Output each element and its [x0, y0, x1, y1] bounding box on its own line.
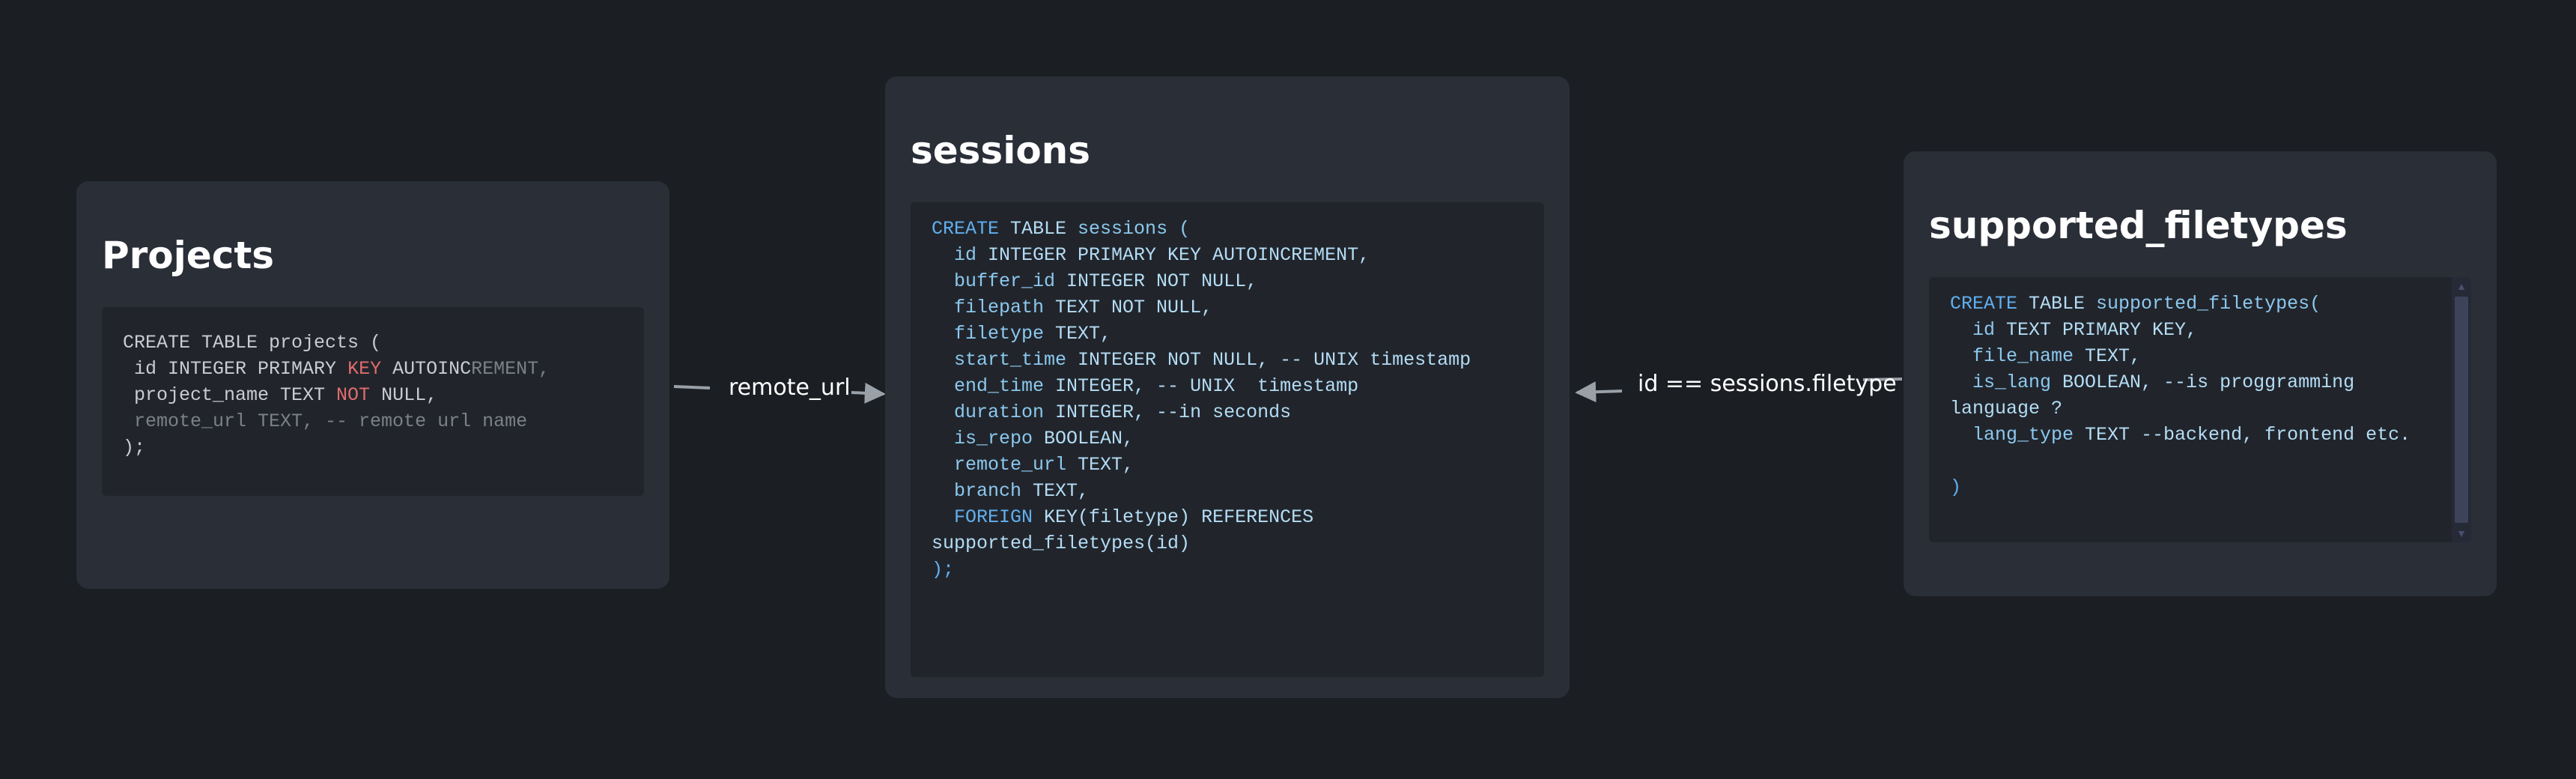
code-block-projects[interactable]: CREATE TABLE projects ( id INTEGER PRIMA…: [102, 307, 644, 496]
code-line: id INTEGER PRIMARY KEY AUTOINCREMENT,: [123, 356, 623, 382]
code-token: NOT: [336, 384, 371, 406]
code-line: start_time INTEGER NOT NULL, -- UNIX tim…: [932, 347, 1523, 373]
code-line: remote_url TEXT, -- remote url name: [123, 408, 623, 434]
code-token: );: [123, 437, 146, 458]
node-title-supported-filetypes: supported_filetypes: [1929, 204, 2348, 247]
code-token: branch: [932, 480, 1022, 502]
code-token: TEXT --backend, frontend etc.: [2074, 424, 2411, 446]
code-line: file_name TEXT,: [1950, 343, 2441, 369]
code-token: remote_url: [932, 454, 1067, 476]
code-token: AUTOINC: [381, 358, 472, 380]
code-line: CREATE TABLE sessions (: [932, 216, 1523, 242]
code-line: CREATE TABLE projects (: [123, 330, 623, 356]
code-token: NULL,: [370, 384, 438, 406]
code-token: REMENT,: [471, 358, 550, 380]
code-token: CREATE: [932, 218, 1000, 240]
code-line: filetype TEXT,: [932, 321, 1523, 347]
code-token: CREATE: [1950, 293, 2018, 315]
code-token: INTEGER PRIMARY KEY AUTOINCREMENT,: [976, 244, 1370, 266]
code-token: BOOLEAN, --is proggramming: [2051, 372, 2355, 393]
code-line: is_lang BOOLEAN, --is proggramming: [1950, 369, 2441, 395]
code-token: buffer_id: [932, 270, 1056, 292]
code-token: lang_type: [1950, 424, 2074, 446]
code-token: supported_filetypes(id): [932, 533, 1191, 554]
code-lines: CREATE TABLE supported_filetypes( id TEX…: [1950, 291, 2441, 500]
code-token: INTEGER, -- UNIX timestamp: [1044, 375, 1359, 397]
code-token: FOREIGN: [932, 506, 1033, 528]
code-token: start_time: [932, 349, 1067, 371]
code-token: );: [932, 559, 955, 581]
code-token: id: [1950, 319, 1996, 341]
node-supported-filetypes[interactable]: supported_filetypes CREATE TABLE support…: [1904, 151, 2497, 596]
code-token: TEXT,: [1044, 323, 1112, 345]
code-token: filepath: [932, 297, 1045, 318]
code-token: TEXT,: [1066, 454, 1134, 476]
code-line: language ?: [1950, 395, 2441, 422]
code-line: FOREIGN KEY(filetype) REFERENCES: [932, 504, 1523, 530]
edge-label-remote-url[interactable]: remote_url: [729, 375, 851, 401]
code-token: supported_filetypes(: [2096, 293, 2321, 315]
scroll-up-arrow-icon[interactable]: ▲: [2452, 279, 2471, 294]
node-title-sessions: sessions: [911, 129, 1091, 172]
code-token: is_repo: [932, 428, 1033, 449]
code-token: end_time: [932, 375, 1045, 397]
code-line: CREATE TABLE supported_filetypes(: [1950, 291, 2441, 317]
code-token: duration: [932, 401, 1045, 423]
code-block-sessions[interactable]: CREATE TABLE sessions ( id INTEGER PRIMA…: [911, 202, 1544, 677]
code-token: language ?: [1950, 398, 2063, 419]
code-line: supported_filetypes(id): [932, 530, 1523, 557]
node-sessions[interactable]: sessions CREATE TABLE sessions ( id INTE…: [885, 76, 1570, 698]
code-scrollbar[interactable]: ▲ ▼: [2452, 277, 2471, 542]
code-line: id INTEGER PRIMARY KEY AUTOINCREMENT,: [932, 242, 1523, 268]
code-line: duration INTEGER, --in seconds: [932, 399, 1523, 425]
code-token: TABLE: [2017, 293, 2097, 315]
code-line: buffer_id INTEGER NOT NULL,: [932, 268, 1523, 294]
code-lines: CREATE TABLE projects ( id INTEGER PRIMA…: [123, 330, 623, 461]
code-token: TEXT PRIMARY KEY,: [1995, 319, 2198, 341]
code-line: project_name TEXT NOT NULL,: [123, 382, 623, 408]
edge-label-filetype-join[interactable]: id == sessions.filetype: [1638, 371, 1897, 397]
code-line: branch TEXT,: [932, 478, 1523, 504]
code-line: remote_url TEXT,: [932, 452, 1523, 478]
code-line: id TEXT PRIMARY KEY,: [1950, 317, 2441, 343]
code-token: INTEGER NOT NULL, -- UNIX timestamp: [1066, 349, 1471, 371]
code-token: ): [1950, 476, 1962, 498]
code-token: project_name TEXT: [123, 384, 337, 406]
code-token: id: [932, 244, 977, 266]
code-token: CREATE TABLE projects (: [123, 332, 382, 354]
code-token: KEY(filetype) REFERENCES: [1033, 506, 1314, 528]
code-token: id INTEGER PRIMARY: [123, 358, 348, 380]
code-token: TEXT,: [1021, 480, 1090, 502]
code-token: TABLE: [999, 218, 1078, 240]
code-token: BOOLEAN,: [1033, 428, 1134, 449]
scroll-down-arrow-icon[interactable]: ▼: [2452, 526, 2471, 541]
code-line: );: [123, 434, 623, 461]
node-title-projects: Projects: [102, 234, 275, 277]
code-line: end_time INTEGER, -- UNIX timestamp: [932, 373, 1523, 399]
code-token: TEXT,: [2074, 345, 2142, 367]
code-line: filepath TEXT NOT NULL,: [932, 294, 1523, 321]
edge-projects-line-b: [851, 382, 886, 404]
code-token: filetype: [932, 323, 1045, 345]
node-projects[interactable]: Projects CREATE TABLE projects ( id INTE…: [76, 181, 669, 589]
code-token: INTEGER NOT NULL,: [1055, 270, 1258, 292]
code-token: is_lang: [1950, 372, 2052, 393]
code-line: lang_type TEXT --backend, frontend etc.: [1950, 422, 2441, 448]
code-block-supported-filetypes[interactable]: CREATE TABLE supported_filetypes( id TEX…: [1929, 277, 2471, 542]
code-token: KEY: [347, 358, 382, 380]
code-token: file_name: [1950, 345, 2074, 367]
code-token: remote_url TEXT, -- remote url name: [123, 410, 528, 432]
code-line: );: [932, 557, 1523, 583]
code-line: is_repo BOOLEAN,: [932, 425, 1523, 452]
edge-filetypes-line-b: [1575, 381, 1623, 403]
code-line: ): [1950, 474, 2441, 500]
code-token: INTEGER, --in seconds: [1044, 401, 1292, 423]
code-lines: CREATE TABLE sessions ( id INTEGER PRIMA…: [932, 216, 1523, 583]
code-token: sessions (: [1078, 218, 1191, 240]
scroll-thumb[interactable]: [2455, 297, 2468, 523]
code-token: TEXT NOT NULL,: [1044, 297, 1213, 318]
edge-projects-line-a: [673, 385, 711, 390]
